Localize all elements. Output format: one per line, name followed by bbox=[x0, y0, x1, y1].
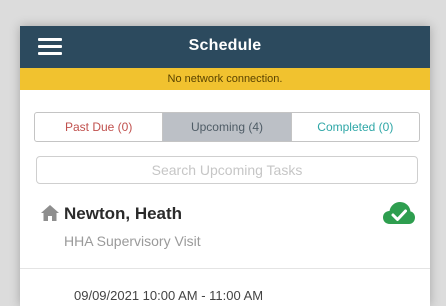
patient-name: Newton, Heath bbox=[64, 204, 183, 223]
network-status-banner: No network connection. bbox=[20, 68, 430, 90]
tab-completed[interactable]: Completed (0) bbox=[292, 113, 419, 141]
cloud-check-icon bbox=[383, 202, 415, 224]
tab-upcoming[interactable]: Upcoming (4) bbox=[163, 113, 292, 141]
app-header: Schedule bbox=[20, 26, 430, 68]
row-divider bbox=[20, 268, 430, 269]
page-title: Schedule bbox=[188, 37, 262, 54]
search-input[interactable] bbox=[36, 156, 418, 184]
task-list-item[interactable]: Newton, Heath HHA Supervisory Visit 09/0… bbox=[20, 186, 430, 306]
home-icon bbox=[41, 205, 59, 221]
visit-type: HHA Supervisory Visit bbox=[64, 233, 201, 249]
next-task-datetime: 09/09/2021 10:00 AM - 11:00 AM bbox=[74, 288, 264, 303]
tab-past-due[interactable]: Past Due (0) bbox=[35, 113, 164, 141]
task-tabs: Past Due (0) Upcoming (4) Completed (0) bbox=[34, 112, 420, 142]
app-frame: Schedule No network connection. Past Due… bbox=[20, 26, 430, 306]
